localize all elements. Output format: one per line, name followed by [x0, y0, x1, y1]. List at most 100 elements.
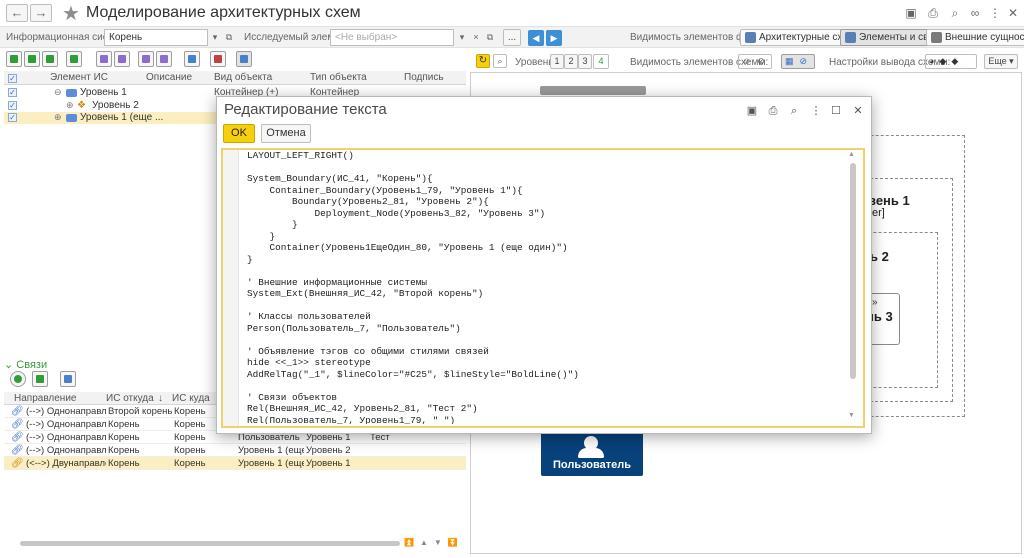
code-text[interactable]: LAYOUT_LEFT_RIGHT() System_Boundary(ИС_41…	[247, 150, 843, 424]
elements-icon	[845, 32, 856, 43]
col-to[interactable]: ИС куда	[172, 393, 210, 404]
col-object-kind[interactable]: Вид объекта	[214, 72, 272, 83]
code-line: LAYOUT_LEFT_RIGHT()	[247, 150, 354, 161]
copy-button[interactable]	[96, 51, 112, 67]
add-element-button[interactable]	[6, 51, 22, 67]
external-icon	[931, 32, 942, 43]
info-system-open-icon[interactable]: ⧉	[222, 29, 236, 46]
element-more-button[interactable]: ...	[503, 29, 521, 46]
refresh-button[interactable]	[66, 51, 82, 67]
add-link-button[interactable]	[10, 371, 26, 387]
grid-nav-icons[interactable]: ⏫▲▼⏬	[404, 538, 464, 550]
more-vertical-icon[interactable]: ⋮	[986, 4, 1004, 22]
prev-element-icon[interactable]: ◀	[528, 30, 544, 46]
forward-button[interactable]: →	[30, 4, 52, 22]
move-up-button[interactable]	[24, 51, 40, 67]
col-direction[interactable]: Направление	[14, 393, 76, 404]
col-from[interactable]: ИС откуда	[106, 393, 154, 404]
row-checkbox[interactable]: ✓	[8, 113, 17, 122]
preview-icon[interactable]: ⌕	[946, 4, 964, 22]
row-checkbox[interactable]: ✓	[8, 101, 17, 110]
code-line: System_Boundary(ИС_41, "Корень"){	[247, 173, 433, 184]
favorite-star-icon[interactable]: ★	[62, 1, 80, 26]
copy-objects-button[interactable]	[138, 51, 154, 67]
tree-row-name: Уровень 2	[92, 100, 139, 111]
export-button[interactable]	[156, 51, 172, 67]
element-field[interactable]: <Не выбран>	[330, 29, 454, 46]
code-line: Boundary(Уровень2_81, "Уровень 2"){	[247, 196, 489, 207]
code-line: AddRelTag("_1", $lineColor="#C25", $line…	[247, 368, 579, 380]
save-icon[interactable]: ▣	[902, 4, 920, 22]
person-node-label: Пользователь	[552, 459, 631, 471]
element-clear-icon[interactable]: ×	[469, 29, 483, 46]
element-dropdown-icon[interactable]: ▾	[455, 29, 469, 46]
print-icon[interactable]: ⎙	[924, 4, 942, 22]
links-document-button[interactable]	[60, 371, 76, 387]
dialog-maximize-icon[interactable]: ☐	[828, 103, 844, 119]
zoom-icon[interactable]: ⌕	[493, 54, 507, 68]
refresh-diagram-icon[interactable]: ↻	[476, 54, 490, 68]
cancel-button[interactable]: Отмена	[261, 124, 311, 143]
folder-icon	[66, 114, 77, 122]
editor-scrollbar[interactable]	[850, 163, 856, 379]
info-system-field[interactable]: Корень	[104, 29, 208, 46]
info-system-dropdown-icon[interactable]: ▾	[208, 29, 222, 46]
col-caption[interactable]: Подпись	[404, 72, 444, 83]
next-element-icon[interactable]: ▶	[546, 30, 562, 46]
col-description[interactable]: Описание	[146, 72, 192, 83]
back-button[interactable]: ←	[6, 4, 28, 22]
link-icon: 🔗︎	[11, 432, 24, 443]
level-2-button[interactable]: 2	[564, 54, 578, 69]
close-icon[interactable]: ✕	[1004, 4, 1022, 22]
link-icon: 🔗︎	[11, 458, 24, 469]
node-level3-mark: »	[872, 297, 878, 308]
output-settings-icons[interactable]: ◕◆◆	[925, 54, 977, 69]
col-element[interactable]: Элемент ИС	[50, 72, 108, 83]
code-line: Rel(Внешняя_ИС_42, Уровень2_81, "Тест 2"…	[247, 403, 478, 414]
dialog-preview-icon[interactable]: ⌕	[786, 103, 802, 119]
scroll-up-icon[interactable]: ▲	[848, 151, 855, 158]
collapse-icon[interactable]: ⊖	[54, 87, 62, 98]
diagram-more-button[interactable]: Еще ▾	[984, 54, 1018, 69]
move-down-button[interactable]	[42, 51, 58, 67]
level-3-button[interactable]: 3	[578, 54, 592, 69]
link-row[interactable]: 🔗︎ (-->) Однонаправлен... Корень Корень …	[4, 444, 466, 457]
table-button[interactable]	[210, 51, 226, 67]
level-4-button[interactable]: 4	[593, 54, 609, 69]
dialog-close-icon[interactable]: ✕	[850, 103, 866, 119]
link-direction: (-->) Однонаправлен...	[26, 432, 106, 443]
tree-header-checkbox[interactable]: ✓	[8, 74, 17, 83]
mail-button[interactable]	[114, 51, 130, 67]
document-button[interactable]	[184, 51, 200, 67]
dialog-save-icon[interactable]: ▣	[744, 103, 760, 119]
link-mode-button[interactable]	[236, 51, 252, 67]
link-icon[interactable]: ∞	[966, 4, 984, 22]
element-open-icon[interactable]: ⧉	[483, 29, 497, 46]
link-row-selected[interactable]: 🔗︎ (<-->) Двунаправлен... Корень Корень …	[4, 457, 466, 470]
scroll-down-icon[interactable]: ▼	[848, 412, 855, 419]
dialog-more-icon[interactable]: ⋮	[808, 103, 824, 119]
expand-icon[interactable]: ⊕	[54, 112, 62, 123]
refresh-links-button[interactable]	[32, 371, 48, 387]
boundary-level1-sub: er]	[872, 207, 885, 219]
link-object-to: Уровень 2	[306, 445, 351, 456]
tree-row-name: Уровень 1	[80, 87, 127, 98]
ok-button[interactable]: OK	[223, 124, 255, 143]
link-object-from: Уровень 1 (еще...	[238, 458, 304, 469]
code-line: Rel(Пользователь_7, Уровень1_79, " ")	[247, 414, 456, 425]
level-1-button[interactable]: 1	[550, 54, 564, 69]
dialog-print-icon[interactable]: ⎙	[765, 103, 781, 119]
toggle-external-entities[interactable]: Внешние сущности	[926, 29, 1024, 46]
col-object-type[interactable]: Тип объекта	[310, 72, 367, 83]
row-checkbox[interactable]: ✓	[8, 88, 17, 97]
links-section-title[interactable]: ⌄ Связи	[4, 358, 47, 371]
diagram-node-top[interactable]	[540, 86, 646, 95]
expand-icon[interactable]: ⊕	[66, 100, 74, 111]
sort-down-icon[interactable]: ↓	[158, 393, 163, 404]
code-line: ' Связи объектов	[247, 391, 338, 403]
links-title: Связи	[16, 359, 48, 371]
horizontal-scrollbar[interactable]	[20, 541, 400, 546]
element-visibility-icons[interactable]: ▦⊘	[781, 54, 815, 69]
person-visibility-icons[interactable]: ☺⊘	[738, 54, 772, 69]
